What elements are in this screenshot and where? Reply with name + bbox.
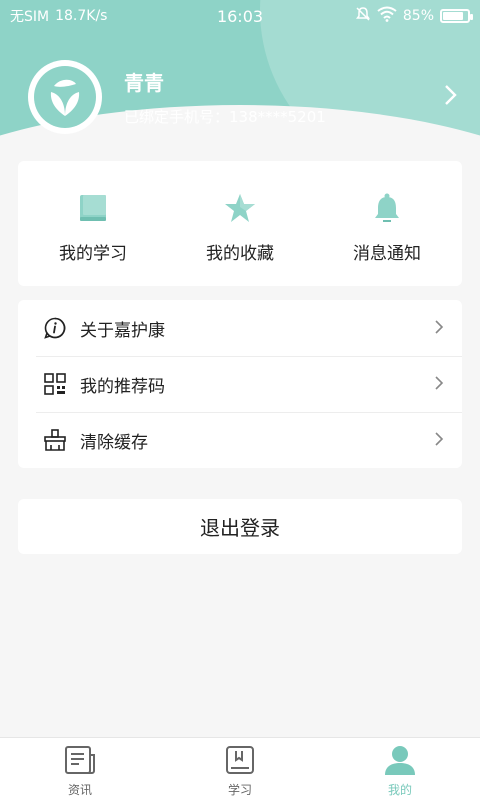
chevron-right-icon[interactable]: [444, 83, 458, 111]
book-icon: [77, 191, 109, 225]
settings-list: 关于嘉护康 我的推荐码 清除缓存: [18, 300, 462, 468]
bell-icon: [373, 191, 401, 225]
referral-code-item[interactable]: 我的推荐码: [18, 356, 462, 412]
my-favorites-button[interactable]: 我的收藏: [175, 161, 305, 286]
tab-study[interactable]: 学习: [160, 738, 320, 800]
quick-action-label: 我的收藏: [206, 244, 274, 264]
tab-label: 资讯: [67, 782, 92, 797]
quick-action-label: 消息通知: [353, 244, 421, 264]
notifications-button[interactable]: 消息通知: [322, 161, 452, 286]
settings-item-label: 我的推荐码: [80, 376, 165, 397]
chevron-right-icon: [434, 316, 444, 341]
settings-item-label: 关于嘉护康: [80, 320, 165, 341]
about-item[interactable]: 关于嘉护康: [18, 300, 462, 356]
bottom-tab-bar: 资讯 学习 我的: [0, 737, 480, 800]
quick-action-label: 我的学习: [59, 244, 127, 264]
chevron-right-icon: [434, 428, 444, 453]
my-learning-button[interactable]: 我的学习: [28, 161, 158, 286]
tab-label: 学习: [227, 782, 252, 797]
tab-news[interactable]: 资讯: [0, 738, 160, 800]
leaf-logo-icon: [34, 66, 96, 128]
clear-cache-item[interactable]: 清除缓存: [18, 412, 462, 468]
battery-percent: 85%: [402, 8, 434, 24]
battery-icon: [440, 9, 473, 23]
user-name: 青青: [124, 71, 164, 95]
profile-header[interactable]: 青青 已绑定手机号：138****5201: [28, 60, 458, 134]
broom-icon: [42, 429, 68, 451]
status-bar: 无SIM 18.7K/s 16:03 85%: [0, 0, 480, 32]
logout-button[interactable]: 退出登录: [18, 499, 462, 554]
profile-screen: 无SIM 18.7K/s 16:03 85% 青青 已绑定手机号：138****…: [0, 0, 480, 800]
status-right: 85%: [355, 6, 473, 26]
qr-code-icon: [42, 373, 68, 395]
network-speed: 18.7K/s: [55, 8, 108, 24]
info-icon: [42, 317, 68, 339]
status-left: 无SIM 18.7K/s: [10, 6, 107, 26]
bound-phone: 已绑定手机号：138****5201: [124, 108, 326, 126]
alarm-off-icon: [355, 6, 371, 26]
news-icon: [64, 745, 96, 779]
chevron-right-icon: [434, 372, 444, 397]
tab-mine[interactable]: 我的: [320, 738, 480, 800]
wifi-icon: [377, 6, 397, 26]
carrier-text: 无SIM: [10, 9, 50, 25]
person-icon: [383, 745, 417, 779]
quick-actions-card: 我的学习 我的收藏 消息通知: [18, 161, 462, 286]
study-book-icon: [225, 745, 255, 779]
avatar[interactable]: [28, 60, 102, 134]
profile-info: 青青 已绑定手机号：138****5201: [124, 67, 326, 127]
tab-label: 我的: [387, 782, 412, 797]
star-icon: [223, 191, 257, 225]
settings-item-label: 清除缓存: [80, 432, 148, 453]
